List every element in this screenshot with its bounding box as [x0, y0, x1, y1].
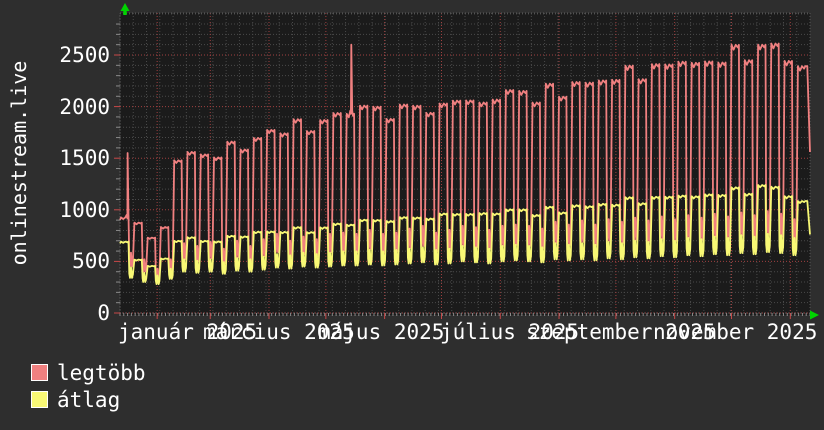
- graph-panel: onlinestream.live 0 500 1000 1500 2000 2500 j…: [0, 0, 824, 430]
- atlag-color-swatch: [31, 391, 48, 408]
- x-axis-arrow-icon: [810, 310, 819, 320]
- legend: legtöbb átlag most: 761 átlag: 840 max: …: [0, 358, 824, 430]
- legtobb-color-swatch: [31, 364, 48, 381]
- atlag-label: átlag: [57, 388, 121, 412]
- legtobb-label: legtöbb: [57, 361, 146, 385]
